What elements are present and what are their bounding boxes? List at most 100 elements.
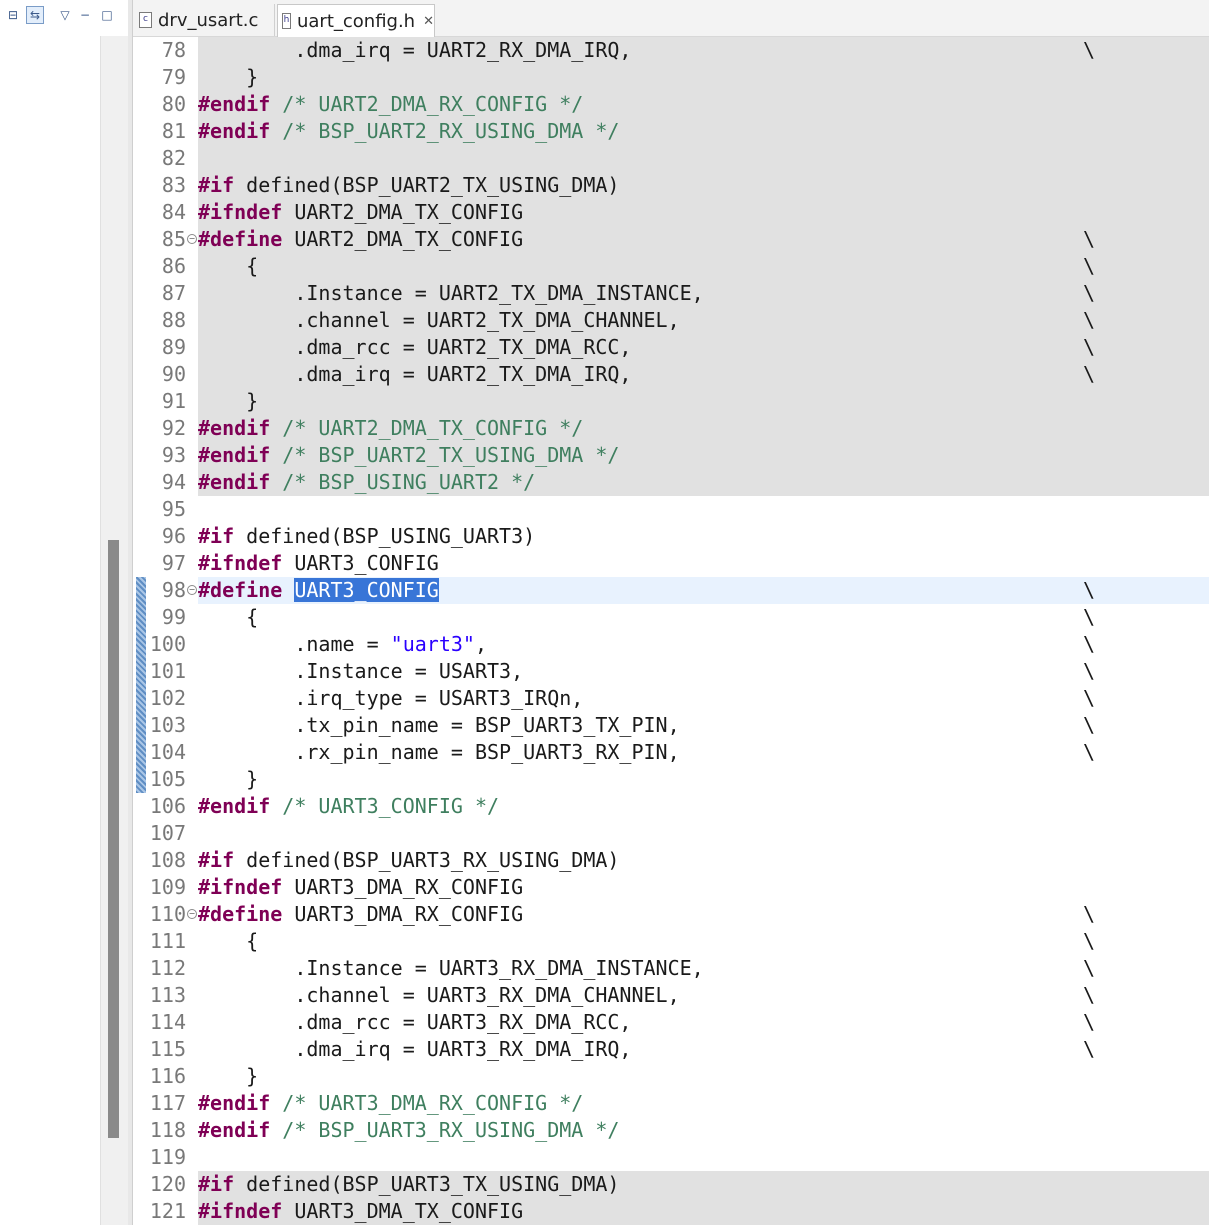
code-line[interactable]: 104 .rx_pin_name = BSP_UART3_RX_PIN, \ bbox=[133, 739, 1209, 766]
code-text[interactable]: .dma_rcc = UART2_TX_DMA_RCC, bbox=[198, 334, 631, 361]
code-line[interactable]: 91 } bbox=[133, 388, 1209, 415]
code-text[interactable]: .dma_irq = UART2_TX_DMA_IRQ, bbox=[198, 361, 631, 388]
code-line[interactable]: 83 #if defined(BSP_UART2_TX_USING_DMA) bbox=[133, 172, 1209, 199]
code-text[interactable]: #ifndef UART3_CONFIG bbox=[198, 550, 439, 577]
code-text[interactable]: { bbox=[198, 604, 258, 631]
code-text[interactable]: #define UART3_CONFIG bbox=[198, 577, 439, 604]
code-text[interactable]: .Instance = UART3_RX_DMA_INSTANCE, bbox=[198, 955, 703, 982]
tab-uart-config-h[interactable]: h uart_config.h ✕ bbox=[277, 4, 435, 37]
code-text[interactable]: #endif /* UART2_DMA_TX_CONFIG */ bbox=[198, 415, 583, 442]
code-text[interactable]: #if defined(BSP_UART2_TX_USING_DMA) bbox=[198, 172, 619, 199]
code-text[interactable]: { bbox=[198, 253, 258, 280]
code-line[interactable]: 116 } bbox=[133, 1063, 1209, 1090]
code-line[interactable]: 90 .dma_irq = UART2_TX_DMA_IRQ, \ bbox=[133, 361, 1209, 388]
code-line[interactable]: 107 bbox=[133, 820, 1209, 847]
fold-toggle-icon[interactable]: − bbox=[187, 909, 197, 919]
code-line[interactable]: 102 .irq_type = USART3_IRQn, \ bbox=[133, 685, 1209, 712]
code-text[interactable]: .dma_irq = UART3_RX_DMA_IRQ, bbox=[198, 1036, 631, 1063]
code-text[interactable]: .Instance = USART3, bbox=[198, 658, 523, 685]
code-text[interactable]: .channel = UART3_RX_DMA_CHANNEL, bbox=[198, 982, 679, 1009]
code-text[interactable]: } bbox=[198, 1063, 258, 1090]
code-line[interactable]: 109 #ifndef UART3_DMA_RX_CONFIG bbox=[133, 874, 1209, 901]
code-line[interactable]: 118 #endif /* BSP_UART3_RX_USING_DMA */ bbox=[133, 1117, 1209, 1144]
code-text[interactable]: #endif /* UART2_DMA_RX_CONFIG */ bbox=[198, 91, 583, 118]
code-editor[interactable]: 78 .dma_irq = UART2_RX_DMA_IRQ, \ 79 } 80 #e… bbox=[133, 37, 1209, 1225]
code-line[interactable]: 112 .Instance = UART3_RX_DMA_INSTANCE, \ bbox=[133, 955, 1209, 982]
code-text[interactable]: } bbox=[198, 388, 258, 415]
code-line[interactable]: 101 .Instance = USART3, \ bbox=[133, 658, 1209, 685]
code-text[interactable]: #endif /* BSP_USING_UART2 */ bbox=[198, 469, 535, 496]
code-line[interactable]: 81 #endif /* BSP_UART2_RX_USING_DMA */ bbox=[133, 118, 1209, 145]
code-line[interactable]: 108 #if defined(BSP_UART3_RX_USING_DMA) bbox=[133, 847, 1209, 874]
code-text[interactable]: .rx_pin_name = BSP_UART3_RX_PIN, bbox=[198, 739, 679, 766]
code-line[interactable]: 79 } bbox=[133, 64, 1209, 91]
code-line[interactable]: 98− #define UART3_CONFIG \ bbox=[133, 577, 1209, 604]
code-line[interactable]: 92 #endif /* UART2_DMA_TX_CONFIG */ bbox=[133, 415, 1209, 442]
code-text[interactable]: #define UART2_DMA_TX_CONFIG bbox=[198, 226, 523, 253]
close-tab-icon[interactable]: ✕ bbox=[423, 14, 434, 29]
tab-drv-usart-c[interactable]: c drv_usart.c bbox=[133, 4, 275, 36]
code-line[interactable]: 100 .name = "uart3", \ bbox=[133, 631, 1209, 658]
code-line[interactable]: 115 .dma_irq = UART3_RX_DMA_IRQ, \ bbox=[133, 1036, 1209, 1063]
code-line[interactable]: 84 #ifndef UART2_DMA_TX_CONFIG bbox=[133, 199, 1209, 226]
outline-scrollbar-thumb[interactable] bbox=[108, 540, 119, 1138]
code-line[interactable]: 103 .tx_pin_name = BSP_UART3_TX_PIN, \ bbox=[133, 712, 1209, 739]
code-text[interactable]: #ifndef UART2_DMA_TX_CONFIG bbox=[198, 199, 523, 226]
code-line[interactable]: 88 .channel = UART2_TX_DMA_CHANNEL, \ bbox=[133, 307, 1209, 334]
code-line[interactable]: 114 .dma_rcc = UART3_RX_DMA_RCC, \ bbox=[133, 1009, 1209, 1036]
code-text[interactable]: .name = "uart3", bbox=[198, 631, 487, 658]
maximize-icon[interactable]: □ bbox=[98, 6, 116, 24]
code-text[interactable]: { bbox=[198, 928, 258, 955]
code-text[interactable]: #ifndef UART3_DMA_RX_CONFIG bbox=[198, 874, 523, 901]
code-line[interactable]: 105 } bbox=[133, 766, 1209, 793]
code-text[interactable]: #if defined(BSP_UART3_TX_USING_DMA) bbox=[198, 1171, 619, 1198]
code-text[interactable]: .tx_pin_name = BSP_UART3_TX_PIN, bbox=[198, 712, 679, 739]
code-line[interactable]: 110− #define UART3_DMA_RX_CONFIG \ bbox=[133, 901, 1209, 928]
code-line[interactable]: 106 #endif /* UART3_CONFIG */ bbox=[133, 793, 1209, 820]
code-line[interactable]: 87 .Instance = UART2_TX_DMA_INSTANCE, \ bbox=[133, 280, 1209, 307]
code-line[interactable]: 93 #endif /* BSP_UART2_TX_USING_DMA */ bbox=[133, 442, 1209, 469]
code-line[interactable]: 85− #define UART2_DMA_TX_CONFIG \ bbox=[133, 226, 1209, 253]
code-line[interactable]: 86 {\ bbox=[133, 253, 1209, 280]
code-line[interactable]: 117 #endif /* UART3_DMA_RX_CONFIG */ bbox=[133, 1090, 1209, 1117]
code-line[interactable]: 89 .dma_rcc = UART2_TX_DMA_RCC, \ bbox=[133, 334, 1209, 361]
code-text[interactable]: #define UART3_DMA_RX_CONFIG bbox=[198, 901, 523, 928]
code-text[interactable]: } bbox=[198, 64, 258, 91]
code-line[interactable]: 119 bbox=[133, 1144, 1209, 1171]
code-line[interactable]: 80 #endif /* UART2_DMA_RX_CONFIG */ bbox=[133, 91, 1209, 118]
code-text[interactable]: #if defined(BSP_USING_UART3) bbox=[198, 523, 535, 550]
code-line[interactable]: 97 #ifndef UART3_CONFIG bbox=[133, 550, 1209, 577]
collapse-all-icon[interactable]: ⊟ bbox=[4, 6, 22, 24]
code-text[interactable]: #endif /* BSP_UART2_RX_USING_DMA */ bbox=[198, 118, 619, 145]
link-with-editor-icon[interactable]: ⇆ bbox=[26, 6, 44, 24]
code-line[interactable]: 96 #if defined(BSP_USING_UART3) bbox=[133, 523, 1209, 550]
code-line[interactable]: 82 bbox=[133, 145, 1209, 172]
code-text[interactable]: .Instance = UART2_TX_DMA_INSTANCE, bbox=[198, 280, 703, 307]
fold-toggle-icon[interactable]: − bbox=[187, 234, 197, 244]
code-line[interactable]: 94 #endif /* BSP_USING_UART2 */ bbox=[133, 469, 1209, 496]
code-line[interactable]: 121 #ifndef UART3_DMA_TX_CONFIG bbox=[133, 1198, 1209, 1225]
code-line[interactable]: 120 #if defined(BSP_UART3_TX_USING_DMA) bbox=[133, 1171, 1209, 1198]
code-line[interactable]: 95 bbox=[133, 496, 1209, 523]
code-text[interactable]: } bbox=[198, 766, 258, 793]
view-menu-icon[interactable]: ▽ bbox=[56, 6, 74, 24]
code-line[interactable]: 78 .dma_irq = UART2_RX_DMA_IRQ, \ bbox=[133, 37, 1209, 64]
code-text[interactable]: #endif /* BSP_UART3_RX_USING_DMA */ bbox=[198, 1117, 619, 1144]
code-text[interactable]: #endif /* BSP_UART2_TX_USING_DMA */ bbox=[198, 442, 619, 469]
code-text[interactable]: #endif /* UART3_DMA_RX_CONFIG */ bbox=[198, 1090, 583, 1117]
line-number: 111 bbox=[149, 929, 186, 953]
inactive-code-highlight bbox=[198, 145, 1209, 172]
code-text[interactable]: .channel = UART2_TX_DMA_CHANNEL, bbox=[198, 307, 679, 334]
code-text[interactable]: .dma_irq = UART2_RX_DMA_IRQ, bbox=[198, 37, 631, 64]
code-text[interactable]: #ifndef UART3_DMA_TX_CONFIG bbox=[198, 1198, 523, 1225]
code-line[interactable]: 113 .channel = UART3_RX_DMA_CHANNEL, \ bbox=[133, 982, 1209, 1009]
fold-toggle-icon[interactable]: − bbox=[187, 585, 197, 595]
code-line[interactable]: 99 {\ bbox=[133, 604, 1209, 631]
code-line[interactable]: 111 {\ bbox=[133, 928, 1209, 955]
outline-scrollbar[interactable] bbox=[100, 36, 129, 1225]
code-text[interactable]: #endif /* UART3_CONFIG */ bbox=[198, 793, 499, 820]
code-text[interactable]: .irq_type = USART3_IRQn, bbox=[198, 685, 583, 712]
minimize-icon[interactable]: − bbox=[76, 6, 94, 24]
code-text[interactable]: .dma_rcc = UART3_RX_DMA_RCC, bbox=[198, 1009, 631, 1036]
code-text[interactable]: #if defined(BSP_UART3_RX_USING_DMA) bbox=[198, 847, 619, 874]
